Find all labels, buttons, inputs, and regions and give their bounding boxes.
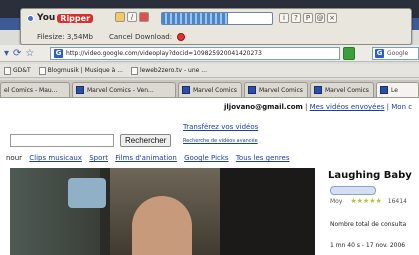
tab-marvel-2[interactable]: Marvel Comics - Ven... [72, 82, 176, 97]
reload-icon[interactable]: ⟳ [13, 48, 21, 59]
bookmark-leweb2zero[interactable]: leweb2zero.tv - une ... [130, 66, 207, 75]
close-button[interactable]: × [327, 13, 337, 23]
address-bar-url: http://video.google.com/videoplay?docid=… [66, 50, 262, 57]
youripper-buttons: i ? P @ × [279, 13, 339, 23]
tab-active[interactable]: Le [376, 82, 419, 97]
logo-ripper-text: Ripper [57, 13, 94, 23]
rating-widget[interactable] [330, 186, 376, 195]
category-animation[interactable]: Films d'animation [115, 154, 177, 162]
help-button[interactable]: ? [291, 13, 301, 23]
cancel-download[interactable]: Cancel Download: [109, 33, 186, 41]
video-duration-date: 1 mn 40 s - 17 nov. 2006 [330, 242, 406, 249]
category-nav: nour Clips musicaux Sport Films d'animat… [6, 154, 295, 162]
search-engine-label: Google [387, 50, 409, 57]
page-icon [38, 66, 46, 75]
category-google-picks[interactable]: Google Picks [184, 154, 228, 162]
play-button[interactable]: P [303, 13, 313, 23]
account-links: jljovano@gmail.com | Mes vidéos envoyées… [224, 103, 412, 111]
marvel-favicon-icon [182, 86, 190, 94]
youripper-dot-icon [27, 14, 34, 22]
dropdown-arrow-icon[interactable]: ▾ [4, 48, 9, 59]
bookmark-blogmusik[interactable]: Blogmusik | Musique à ... [38, 66, 123, 75]
category-music-clips[interactable]: Clips musicaux [29, 154, 82, 162]
video-meta: Moy ★★★★★ 16414 [330, 197, 407, 205]
tab-marvel-3[interactable]: Marvel Comics [178, 82, 242, 97]
tab-label: Le [391, 86, 398, 94]
record-icon[interactable] [139, 12, 149, 22]
category-sport[interactable]: Sport [89, 154, 108, 162]
separator: | [302, 103, 310, 111]
search-button[interactable]: Rechercher [120, 134, 172, 147]
bookmark-label: leweb2zero.tv - une ... [139, 67, 207, 74]
category-all-genres[interactable]: Tous les genres [236, 154, 290, 162]
tab-marvel-4[interactable]: Marvel Comics [244, 82, 308, 97]
total-views-label: Nombre total de consulta [330, 221, 407, 228]
tab-marvel-5[interactable]: Marvel Comics [310, 82, 374, 97]
info-button[interactable]: i [279, 13, 289, 23]
category-home[interactable]: nour [6, 154, 22, 162]
page-icon [130, 66, 138, 75]
wrench-icon[interactable]: / [127, 12, 137, 22]
bookmark-label: Blogmusik | Musique à ... [47, 67, 123, 74]
stop-icon[interactable] [177, 33, 186, 41]
marvel-favicon-icon [76, 86, 84, 94]
my-uploaded-videos-link[interactable]: Mes vidéos envoyées [310, 103, 385, 111]
upload-videos-link[interactable]: Transférez vos vidéos [183, 123, 258, 131]
video-frame-dark [220, 168, 315, 255]
cancel-download-label: Cancel Download: [109, 33, 173, 41]
marvel-favicon-icon [248, 86, 256, 94]
logo-you-text: You [37, 13, 56, 23]
video-author[interactable]: Moy [330, 198, 342, 205]
google-favicon-icon: G [54, 49, 63, 58]
search-engine-box[interactable]: G Google [372, 47, 419, 60]
star-rating-icon: ★★★★★ [350, 197, 382, 205]
download-progress-bar [161, 12, 273, 25]
video-search-input[interactable] [10, 134, 114, 147]
bookmarks-bar: GD&T Blogmusik | Musique à ... leweb2zer… [0, 64, 419, 78]
address-bar[interactable]: G http://video.google.com/videoplay?doci… [50, 47, 340, 60]
download-progress-fill [162, 13, 228, 24]
tab-marvel-1[interactable]: el Comics - Mau... [0, 82, 70, 97]
youripper-tool-icons: / [115, 12, 151, 22]
account-more-link[interactable]: | Mon c [384, 103, 412, 111]
advanced-search-link[interactable]: Recherche de vidéos avancée [183, 138, 258, 144]
tab-label: Marvel Comics [193, 86, 237, 94]
tab-label: Marvel Comics - Ven... [87, 86, 154, 94]
email-button[interactable]: @ [315, 13, 325, 23]
video-frame-object [68, 178, 106, 208]
filesize-label: Filesize: 3,54Mb [37, 33, 93, 41]
paint-icon[interactable] [115, 12, 125, 22]
tab-label: el Comics - Mau... [4, 86, 58, 94]
home-star-icon[interactable]: ☆ [25, 48, 34, 59]
bookmark-label: GD&T [13, 67, 31, 74]
bookmark-gdt[interactable]: GD&T [4, 66, 31, 75]
video-player[interactable] [10, 168, 315, 255]
youripper-widget: You Ripper / i ? P @ × Filesize: 3,54Mb … [20, 8, 412, 45]
marvel-favicon-icon [314, 86, 322, 94]
google-search-icon: G [375, 49, 384, 58]
video-title[interactable]: Laughing Baby [328, 170, 412, 181]
go-button[interactable] [343, 47, 355, 60]
tab-label: Marvel Comics [325, 86, 369, 94]
tab-label: Marvel Comics [259, 86, 303, 94]
video-views: 16414 [387, 197, 407, 205]
account-email: jljovano@gmail.com [224, 103, 303, 111]
youripper-logo: You Ripper [27, 13, 94, 23]
page-icon [4, 66, 11, 75]
tab-bar: el Comics - Mau... Marvel Comics - Ven..… [0, 80, 419, 98]
video-frame-baby [132, 196, 192, 255]
marvel-favicon-icon [380, 86, 388, 94]
